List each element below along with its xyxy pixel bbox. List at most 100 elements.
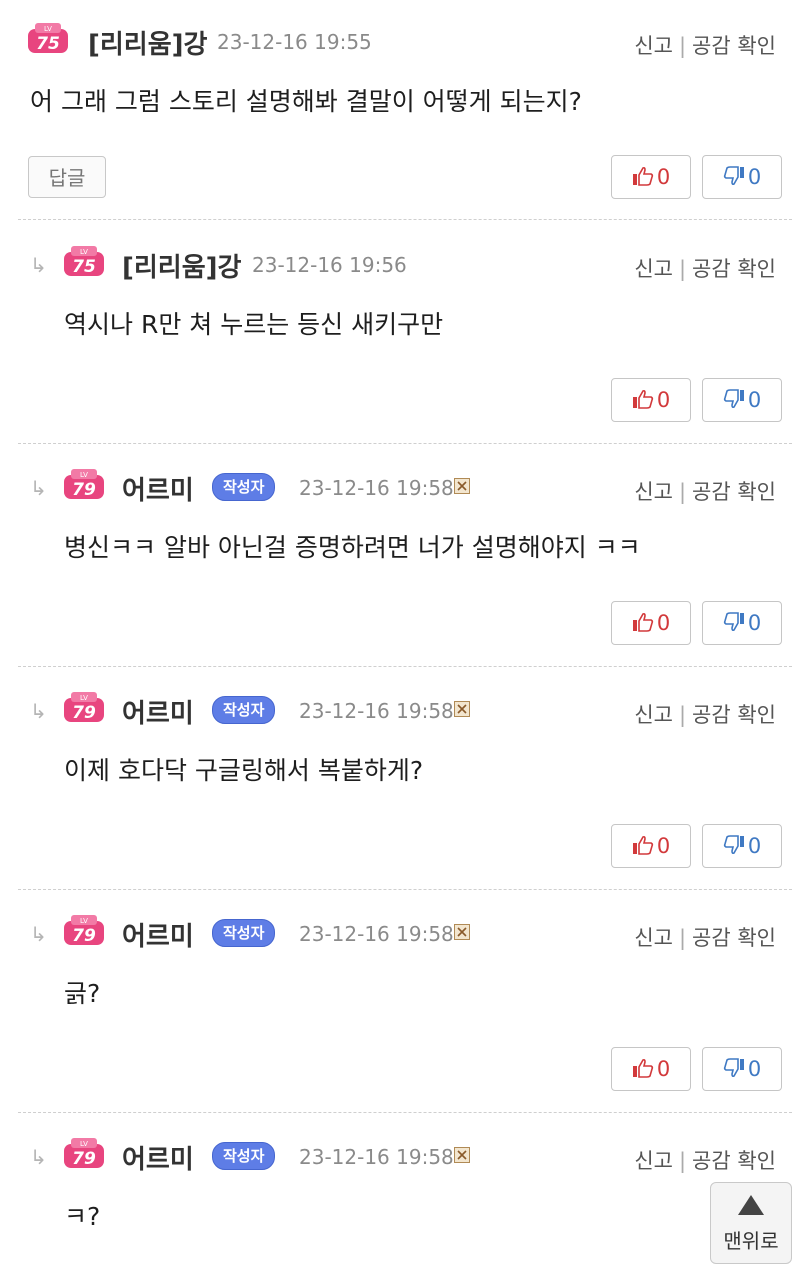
level-badge-icon: LV 79 bbox=[64, 915, 104, 946]
like-button[interactable]: 0 bbox=[611, 378, 691, 422]
scroll-to-top-label: 맨위로 bbox=[723, 1229, 779, 1253]
block-icon[interactable] bbox=[454, 701, 470, 717]
divider-bar: | bbox=[678, 257, 687, 281]
dislike-button[interactable]: 0 bbox=[702, 824, 782, 868]
block-icon[interactable] bbox=[454, 478, 470, 494]
likes-check-link[interactable]: 공감 확인 bbox=[692, 926, 776, 950]
author-nickname[interactable]: 어르미 bbox=[122, 470, 194, 507]
comment-actions: 신고 | 공감 확인 bbox=[634, 253, 776, 283]
author-nickname[interactable]: [리리움]강 bbox=[122, 247, 241, 284]
likes-check-link[interactable]: 공감 확인 bbox=[692, 257, 776, 281]
thumbs-down-icon bbox=[723, 612, 744, 632]
thumbs-up-icon bbox=[632, 835, 653, 855]
level-badge-icon: LV 75 bbox=[64, 246, 104, 277]
block-icon[interactable] bbox=[454, 924, 470, 940]
svg-text:79: 79 bbox=[72, 926, 96, 946]
author-badge: 작성자 bbox=[212, 696, 276, 724]
divider-bar: | bbox=[678, 926, 687, 950]
svg-text:79: 79 bbox=[72, 480, 96, 500]
thumbs-down-icon bbox=[723, 389, 744, 409]
like-button[interactable]: 0 bbox=[611, 155, 691, 199]
like-count: 0 bbox=[656, 388, 671, 412]
dislike-button[interactable]: 0 bbox=[702, 1047, 782, 1091]
comment-date: 23-12-16 19:58 bbox=[299, 476, 454, 500]
comment-header: ↳ LV 75 [리리움]강 23-12-16 19:56 신고 | 공감 확인 bbox=[0, 239, 800, 283]
thumbs-down-icon bbox=[723, 166, 744, 186]
reply-button[interactable]: 답글 bbox=[28, 156, 106, 198]
author-nickname[interactable]: 어르미 bbox=[122, 916, 194, 953]
comment-divider bbox=[18, 889, 792, 890]
author-badge: 작성자 bbox=[212, 473, 276, 501]
report-link[interactable]: 신고 bbox=[634, 480, 673, 504]
comment-actions: 신고 | 공감 확인 bbox=[634, 699, 776, 729]
comment-text: 역시나 R만 쳐 누르는 등신 새키구만 bbox=[64, 310, 444, 339]
comment-header: LV 75 [리리움]강 23-12-16 19:55 신고 | 공감 확인 bbox=[0, 16, 800, 60]
reply-arrow-icon: ↳ bbox=[30, 1145, 47, 1169]
arrow-up-icon bbox=[738, 1195, 764, 1215]
thumbs-down-icon bbox=[723, 1058, 744, 1078]
thumbs-up-icon bbox=[632, 1058, 653, 1078]
dislike-count: 0 bbox=[747, 834, 762, 858]
svg-text:LV: LV bbox=[80, 1140, 88, 1148]
svg-text:LV: LV bbox=[80, 917, 88, 925]
svg-text:LV: LV bbox=[44, 25, 52, 33]
likes-check-link[interactable]: 공감 확인 bbox=[692, 1149, 776, 1173]
divider-bar: | bbox=[678, 34, 687, 58]
like-count: 0 bbox=[656, 611, 671, 635]
divider-bar: | bbox=[678, 480, 687, 504]
dislike-button[interactable]: 0 bbox=[702, 378, 782, 422]
block-icon[interactable] bbox=[454, 1147, 470, 1163]
svg-text:LV: LV bbox=[80, 248, 88, 256]
author-badge: 작성자 bbox=[212, 919, 276, 947]
author-nickname[interactable]: 어르미 bbox=[122, 693, 194, 730]
reply-arrow-icon: ↳ bbox=[30, 253, 47, 277]
comment-actions: 신고 | 공감 확인 bbox=[634, 1145, 776, 1175]
comment-divider bbox=[18, 443, 792, 444]
comment-header: ↳ LV 79 어르미 작성자 23-12-16 19:58 신고 | 공감 확인 bbox=[0, 1131, 800, 1175]
thumbs-up-icon bbox=[632, 612, 653, 632]
comment-actions: 신고 | 공감 확인 bbox=[634, 476, 776, 506]
likes-check-link[interactable]: 공감 확인 bbox=[692, 703, 776, 727]
report-link[interactable]: 신고 bbox=[634, 926, 673, 950]
svg-text:LV: LV bbox=[80, 694, 88, 702]
like-button[interactable]: 0 bbox=[611, 824, 691, 868]
author-nickname[interactable]: 어르미 bbox=[122, 1139, 194, 1176]
report-link[interactable]: 신고 bbox=[634, 1149, 673, 1173]
svg-text:75: 75 bbox=[72, 257, 96, 277]
report-link[interactable]: 신고 bbox=[634, 703, 673, 727]
like-button[interactable]: 0 bbox=[611, 1047, 691, 1091]
comment-text: 긁? bbox=[64, 979, 101, 1008]
report-link[interactable]: 신고 bbox=[634, 257, 673, 281]
comment-header: ↳ LV 79 어르미 작성자 23-12-16 19:58 신고 | 공감 확인 bbox=[0, 685, 800, 729]
comment-date: 23-12-16 19:58 bbox=[299, 699, 454, 723]
comment-actions: 신고 | 공감 확인 bbox=[634, 30, 776, 60]
comment-divider bbox=[18, 219, 792, 220]
reply-arrow-icon: ↳ bbox=[30, 699, 47, 723]
level-badge-icon: LV 79 bbox=[64, 1138, 104, 1169]
level-badge-icon: LV 79 bbox=[64, 692, 104, 723]
dislike-count: 0 bbox=[747, 1057, 762, 1081]
scroll-to-top-button[interactable]: 맨위로 bbox=[710, 1182, 792, 1264]
dislike-button[interactable]: 0 bbox=[702, 155, 782, 199]
comment-text: 병신ㅋㅋ 알바 아닌걸 증명하려면 너가 설명해야지 ㅋㅋ bbox=[64, 533, 641, 562]
like-button[interactable]: 0 bbox=[611, 601, 691, 645]
like-count: 0 bbox=[656, 834, 671, 858]
comment-text: ㅋ? bbox=[64, 1202, 101, 1231]
svg-text:LV: LV bbox=[80, 471, 88, 479]
author-nickname[interactable]: [리리움]강 bbox=[88, 24, 207, 61]
like-count: 0 bbox=[656, 165, 671, 189]
reply-arrow-icon: ↳ bbox=[30, 476, 47, 500]
likes-check-link[interactable]: 공감 확인 bbox=[692, 34, 776, 58]
reply-arrow-icon: ↳ bbox=[30, 922, 47, 946]
report-link[interactable]: 신고 bbox=[634, 34, 673, 58]
comment-date: 23-12-16 19:55 bbox=[217, 30, 372, 54]
divider-bar: | bbox=[678, 703, 687, 727]
likes-check-link[interactable]: 공감 확인 bbox=[692, 480, 776, 504]
comment-date: 23-12-16 19:56 bbox=[252, 253, 407, 277]
comment-text: 이제 호다닥 구글링해서 복붙하게? bbox=[64, 756, 424, 785]
dislike-count: 0 bbox=[747, 165, 762, 189]
thumbs-down-icon bbox=[723, 835, 744, 855]
comment-date: 23-12-16 19:58 bbox=[299, 1145, 454, 1169]
dislike-count: 0 bbox=[747, 388, 762, 412]
dislike-button[interactable]: 0 bbox=[702, 601, 782, 645]
